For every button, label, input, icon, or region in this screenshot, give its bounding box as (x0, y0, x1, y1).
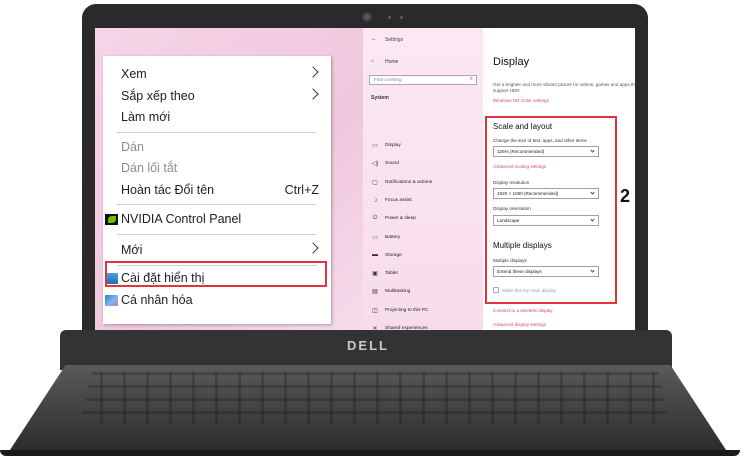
menu-divider (117, 132, 317, 133)
battery-icon: ▭ (372, 234, 378, 241)
menu-divider (117, 204, 317, 205)
menu-item-personalize[interactable]: Cá nhân hóa (103, 290, 331, 312)
menu-item-label: Dán (121, 140, 144, 154)
page-title: Display (493, 56, 530, 68)
search-placeholder: Find a setting (374, 77, 402, 82)
menu-item-sort-by[interactable]: Sắp xếp theo (103, 86, 331, 108)
nav-item-label: Storage (385, 252, 402, 258)
menu-item-refresh[interactable]: Làm mới (103, 107, 331, 129)
settings-window: ← Settings ⌂ Home Find a setting ⌕ Syste… (363, 28, 635, 330)
menu-item-undo-rename[interactable]: Hoàn tác Đổi tên Ctrl+Z (103, 180, 331, 202)
nav-item-power-sleep[interactable]: ⏻ Power & sleep (363, 213, 483, 227)
chevron-right-icon (307, 88, 319, 100)
nav-item-label: Battery (385, 234, 401, 240)
nav-item-label: Focus assist (385, 197, 412, 203)
menu-item-paste-shortcut[interactable]: Dán lối tắt (103, 158, 331, 180)
nav-item-tablet[interactable]: ▣ Tablet (363, 268, 483, 282)
menu-item-paste[interactable]: Dán (103, 137, 331, 159)
nvidia-icon (105, 214, 118, 225)
menu-divider (117, 234, 317, 235)
menu-item-new[interactable]: Mới (103, 240, 331, 262)
section-label: System (371, 95, 389, 101)
display-icon: ▭ (372, 143, 378, 149)
highlight-box (485, 116, 617, 304)
menu-item-label: Làm mới (121, 110, 171, 124)
nav-item-label: Sound (385, 161, 399, 167)
laptop-screen: Xem Sắp xếp theo Làm mới Dán Dán lối tắt… (95, 28, 635, 330)
nav-item-label: Power & sleep (385, 216, 416, 222)
nav-item-focus-assist[interactable]: ☽ Focus assist (363, 195, 483, 209)
step-number: 2 (620, 186, 631, 206)
laptop-base-edge (0, 450, 740, 456)
keyboard (80, 372, 670, 424)
nav-item-multitasking[interactable]: ▤ Multitasking (363, 286, 483, 300)
nav-item-label: Multitasking (385, 289, 411, 295)
nav-item-sound[interactable]: ◁) Sound (363, 158, 483, 172)
nav-item-storage[interactable]: ▬ Storage (363, 250, 483, 264)
webcam-indicator (400, 16, 403, 19)
shortcut-label: Ctrl+Z (284, 183, 319, 197)
nav-item-label: Display (385, 143, 401, 148)
wireless-display-link[interactable]: Connect to a wireless display (493, 308, 553, 313)
nav-item-projecting-to-this-pc[interactable]: ◫ Projecting to this PC (363, 305, 483, 319)
advanced-display-link[interactable]: Advanced display settings (493, 322, 546, 327)
storage-icon: ▬ (372, 251, 378, 258)
menu-item-label: Mới (121, 243, 143, 257)
menu-item-label: Dán lối tắt (121, 161, 178, 175)
focus-assist-icon: ☽ (372, 197, 378, 204)
menu-item-label: Sắp xếp theo (121, 89, 195, 103)
menu-item-label: NVIDIA Control Panel (121, 212, 242, 226)
back-arrow-icon[interactable]: ← (371, 36, 377, 42)
notifications-icon: ▢ (372, 179, 378, 186)
menu-item-label: Hoàn tác Đổi tên (121, 183, 215, 197)
nav-item-notifications-actions[interactable]: ▢ Notifications & actions (363, 177, 483, 191)
power-icon: ⏻ (372, 215, 378, 222)
nav-item-label: Tablet (385, 271, 398, 277)
menu-item-label: Cá nhân hóa (121, 293, 193, 307)
multitasking-icon: ▤ (372, 289, 378, 296)
tablet-icon: ▣ (372, 271, 378, 278)
home-icon: ⌂ (371, 58, 375, 64)
dell-logo: DELL (347, 338, 389, 353)
settings-search-input[interactable]: Find a setting ⌕ (369, 75, 477, 85)
nav-item-display[interactable]: ▭ Display (363, 140, 483, 154)
webcam (362, 12, 372, 22)
hdr-description: Get a brighter and more vibrant picture … (493, 82, 635, 93)
projecting-icon: ◫ (372, 307, 378, 314)
nav-item-label: Notifications & actions (385, 179, 433, 185)
window-title: Settings (385, 37, 404, 43)
highlight-box (105, 261, 327, 287)
menu-item-label: Xem (121, 67, 147, 81)
webcam-indicator (388, 16, 391, 19)
sound-icon: ◁) (371, 161, 379, 168)
chevron-right-icon (307, 66, 319, 78)
menu-item-nvidia[interactable]: NVIDIA Control Panel (103, 209, 331, 231)
nav-item-battery[interactable]: ▭ Battery (363, 232, 483, 246)
nav-item-shared-experiences[interactable]: ✕ Shared experiences (363, 323, 483, 330)
chevron-right-icon (307, 242, 319, 254)
menu-item-view[interactable]: Xem (103, 64, 331, 86)
search-icon: ⌕ (469, 76, 473, 82)
nav-item-label: Projecting to this PC (385, 307, 429, 313)
hdr-settings-link[interactable]: Windows HD Color settings (493, 98, 549, 103)
nav-home[interactable]: Home (385, 59, 398, 65)
personalize-icon (105, 295, 118, 306)
settings-sidebar: ← Settings ⌂ Home Find a setting ⌕ Syste… (363, 28, 483, 330)
